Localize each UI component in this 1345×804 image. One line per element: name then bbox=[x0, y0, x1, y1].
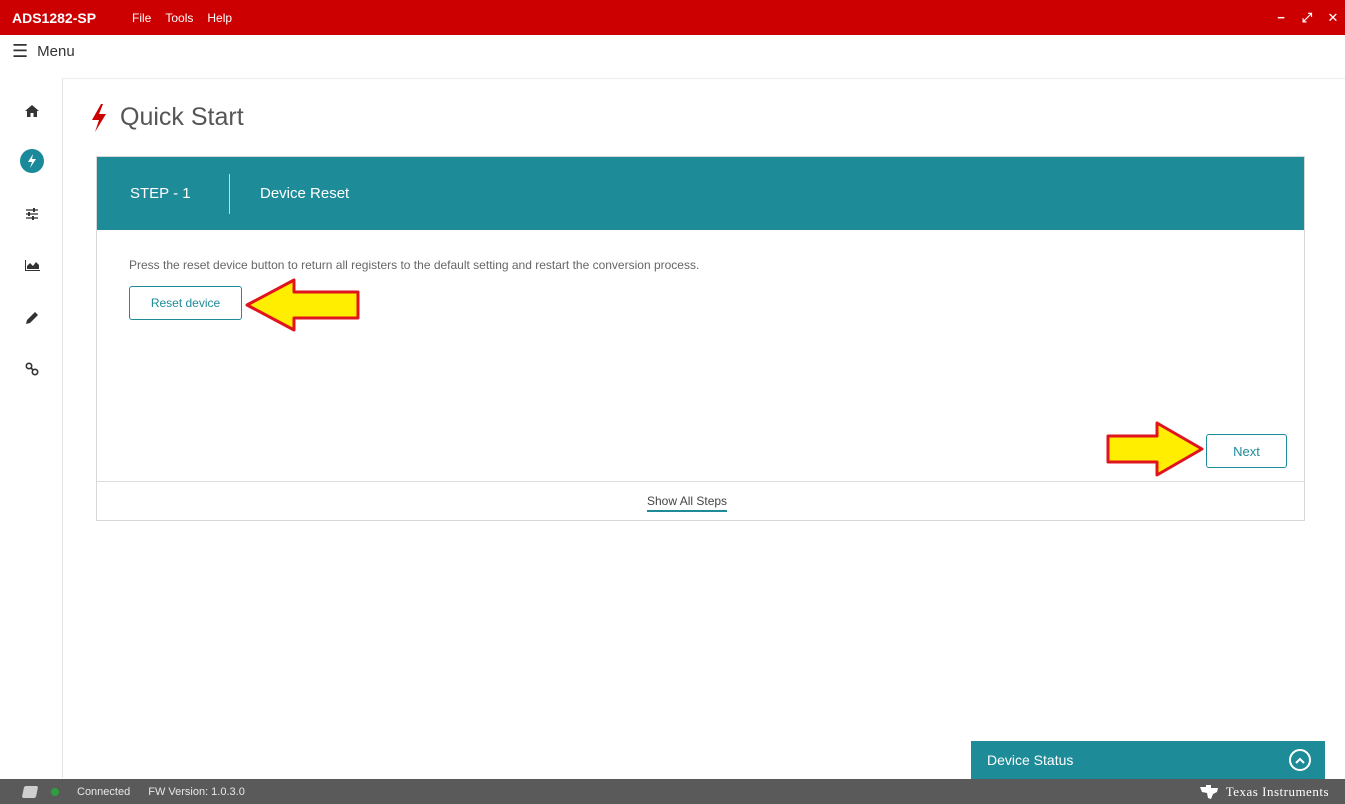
status-bar: Connected FW Version: 1.0.3.0 Texas Inst… bbox=[0, 779, 1345, 804]
menu-file[interactable]: File bbox=[132, 11, 151, 25]
home-icon[interactable] bbox=[21, 100, 43, 122]
chevron-up-icon[interactable] bbox=[1289, 749, 1311, 771]
close-button[interactable]: ✕ bbox=[1327, 10, 1339, 26]
menu-help[interactable]: Help bbox=[207, 11, 232, 25]
ti-brand-text: Texas Instruments bbox=[1225, 783, 1329, 799]
firmware-version: FW Version: 1.0.3.0 bbox=[148, 785, 245, 798]
settings-sliders-icon[interactable] bbox=[21, 203, 43, 225]
quick-start-icon[interactable] bbox=[20, 149, 44, 173]
next-button[interactable]: Next bbox=[1206, 434, 1287, 468]
connected-indicator-icon bbox=[51, 787, 59, 796]
header-divider bbox=[63, 78, 1345, 79]
title-bar: ADS1282-SP File Tools Help − ⤢ ✕ bbox=[0, 0, 1345, 35]
sidebar bbox=[0, 78, 63, 778]
app-title: ADS1282-SP bbox=[12, 9, 97, 26]
menu-bar: ☰ Menu bbox=[0, 35, 1345, 67]
window-controls: − ⤢ ✕ bbox=[1275, 0, 1339, 35]
hamburger-icon[interactable]: ☰ bbox=[12, 41, 28, 62]
ti-logo-icon bbox=[1199, 784, 1218, 799]
link-icon[interactable] bbox=[21, 358, 43, 380]
show-all-steps-link[interactable]: Show All Steps bbox=[647, 494, 728, 512]
step-number: STEP - 1 bbox=[130, 185, 191, 202]
connection-icon[interactable] bbox=[21, 785, 39, 798]
reset-device-button[interactable]: Reset device bbox=[129, 286, 242, 320]
chart-area-icon[interactable] bbox=[21, 254, 43, 276]
ti-logo: Texas Instruments bbox=[1198, 779, 1329, 804]
device-status-label: Device Status bbox=[987, 752, 1074, 768]
step-description: Press the reset device button to return … bbox=[129, 258, 700, 272]
annotation-arrow-right-icon bbox=[1106, 421, 1204, 477]
maximize-button[interactable]: ⤢ bbox=[1301, 10, 1313, 26]
menu-label[interactable]: Menu bbox=[37, 43, 75, 60]
bolt-icon bbox=[92, 103, 106, 132]
step-title: Device Reset bbox=[260, 185, 350, 202]
pencil-icon[interactable] bbox=[21, 307, 43, 329]
annotation-arrow-left-icon bbox=[245, 278, 360, 332]
connection-status: Connected bbox=[77, 785, 131, 798]
menu-tools[interactable]: Tools bbox=[165, 11, 193, 25]
card-footer-divider bbox=[97, 481, 1304, 482]
step-header: STEP - 1 Device Reset bbox=[97, 157, 1304, 230]
minimize-button[interactable]: − bbox=[1275, 10, 1287, 25]
device-status-panel[interactable]: Device Status bbox=[971, 741, 1325, 779]
page-header: Quick Start bbox=[90, 103, 244, 132]
page-title: Quick Start bbox=[120, 103, 244, 131]
